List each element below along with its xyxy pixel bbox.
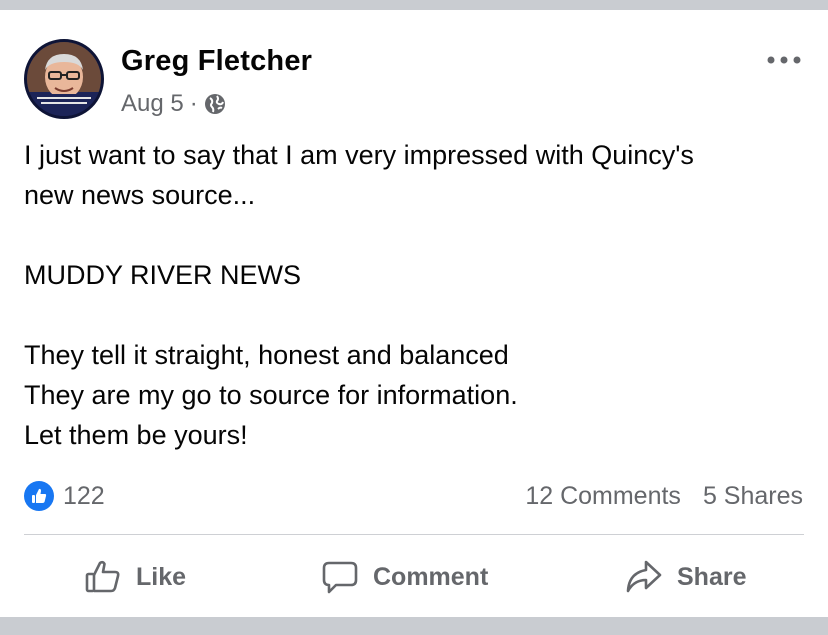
like-reaction-icon [24,481,54,511]
share-button[interactable]: Share [625,550,746,604]
post-card: Greg Fletcher Aug 5 · I just want to say… [0,10,828,617]
reaction-count: 122 [63,481,105,510]
meta-separator: · [189,90,198,117]
engagement-stats: 12 Comments 5 Shares [525,480,803,512]
share-label: Share [677,562,747,591]
avatar[interactable] [24,39,104,119]
comment-button[interactable]: Comment [321,550,488,604]
post-text-line: MUDDY RIVER NEWS [24,260,302,290]
post-date[interactable]: Aug 5 [121,90,184,118]
post-action-bar: Like Comment Share [0,550,828,604]
comment-bubble-icon [322,561,358,594]
comment-label: Comment [373,562,489,591]
post-text-line: I just want to say that I am very impres… [24,140,694,170]
like-button[interactable]: Like [84,550,186,604]
feed-separator-top [0,0,828,10]
feed-separator-bottom [0,617,828,635]
post-text-line: They tell it straight, honest and balanc… [24,340,509,370]
thumbs-up-icon [85,560,120,593]
post-meta: Aug 5 · [121,90,226,118]
avatar-photo [27,42,101,116]
reaction-summary[interactable]: 122 [24,480,105,512]
post-body: I just want to say that I am very impres… [24,135,814,455]
comments-count-link[interactable]: 12 Comments [525,482,681,511]
share-arrow-icon [626,560,662,593]
globe-icon [204,93,226,115]
post-text-line: Let them be yours! [24,420,248,450]
author-name[interactable]: Greg Fletcher [121,45,312,78]
like-label: Like [136,562,187,591]
more-options-icon[interactable] [764,50,804,70]
divider [24,534,804,535]
post-text-line: new news source... [24,180,256,210]
shares-count-link[interactable]: 5 Shares [703,482,803,511]
post-text-line: They are my go to source for information… [24,380,518,410]
